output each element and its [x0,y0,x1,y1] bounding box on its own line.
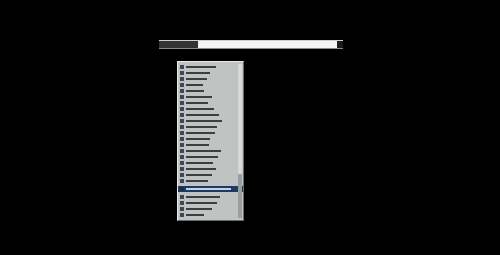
dropdown-item-label [186,138,210,140]
page-icon [180,195,184,199]
dropdown-item-label [186,132,215,134]
autocomplete-dropdown[interactable] [177,61,244,221]
page-icon [180,167,184,171]
dropdown-item-label [186,90,204,92]
page-icon [180,71,184,75]
address-input[interactable] [159,40,343,49]
page-icon [180,83,184,87]
dropdown-item-label [186,168,216,170]
page-icon [180,155,184,159]
page-icon [180,65,184,69]
page-icon [180,131,184,135]
page-icon [180,207,184,211]
dropdown-item-label [186,202,217,204]
page-icon [180,201,184,205]
page-icon [180,137,184,141]
page-icon [180,89,184,93]
page-icon [180,101,184,105]
page-icon [180,213,184,217]
dropdown-item[interactable] [178,178,243,184]
dropdown-item-label [186,120,222,122]
dropdown-item-label [186,174,212,176]
dropdown-item-label [186,72,210,74]
dropdown-item-label [186,114,219,116]
dropdown-item-label [186,180,208,182]
page-icon [180,149,184,153]
dropdown-item-label [186,66,216,68]
dropdown-item-label [186,208,212,210]
page-icon [180,187,184,191]
dropdown-item-label [186,188,231,190]
page-icon [180,95,184,99]
page-icon [180,125,184,129]
dropdown-arrow-icon[interactable] [337,41,343,48]
dropdown-item-selected[interactable] [178,186,243,192]
dropdown-item[interactable] [178,212,243,218]
page-icon [180,143,184,147]
page-icon [180,107,184,111]
dropdown-item-label [186,150,221,152]
page-icon [180,179,184,183]
page-icon [180,113,184,117]
dropdown-item-label [186,196,220,198]
dropdown-item-label [186,214,204,216]
dropdown-item-label [186,84,203,86]
dropdown-item-label [186,108,214,110]
dropdown-item-label [186,162,213,164]
dropdown-item-label [186,144,209,146]
dropdown-item-label [186,78,207,80]
page-icon [180,173,184,177]
dropdown-item-label [186,156,218,158]
page-icon [180,77,184,81]
dropdown-item-label [186,102,208,104]
dropdown-scrollbar[interactable] [238,64,242,218]
scrollbar-thumb[interactable] [238,64,242,174]
address-text-selection [159,41,198,48]
page-icon [180,119,184,123]
dropdown-item-label [186,96,212,98]
page-icon [180,161,184,165]
dropdown-item-label [186,126,217,128]
